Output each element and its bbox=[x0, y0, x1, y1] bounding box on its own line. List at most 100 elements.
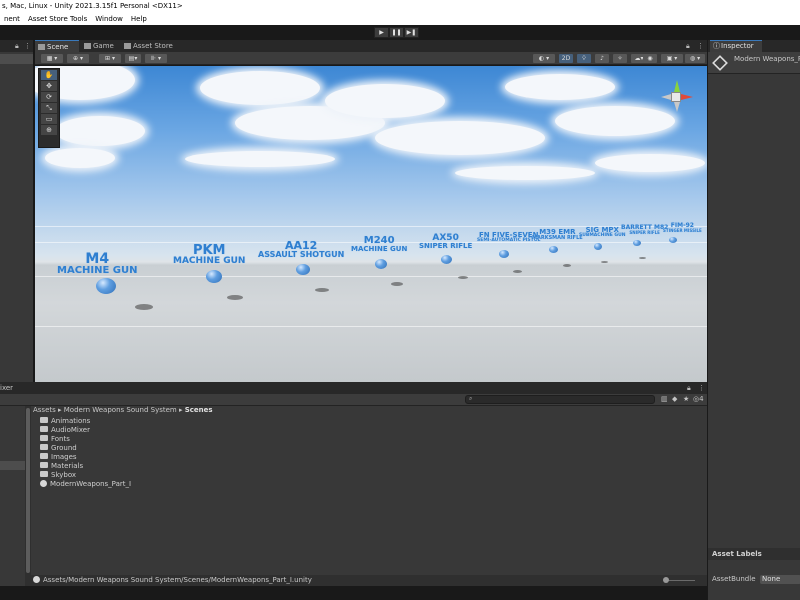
neg-y-axis-icon[interactable] bbox=[674, 102, 680, 112]
weapon-label: SIG MPX SUBMACHINE GUN bbox=[579, 226, 626, 238]
list-item[interactable]: ModernWeapons_Part_I bbox=[40, 479, 131, 489]
weapon-sphere[interactable] bbox=[499, 250, 509, 258]
project-search-input[interactable]: ⌕ bbox=[465, 395, 655, 404]
weapon-sphere[interactable] bbox=[206, 270, 222, 283]
list-item[interactable]: Ground bbox=[40, 444, 77, 453]
slider-knob[interactable] bbox=[663, 577, 669, 583]
tool-palette: ✋ ✥ ⟳ ⤡ ▭ ⊕ bbox=[38, 68, 60, 148]
more-options-icon[interactable]: ⋮ bbox=[697, 42, 704, 50]
weapon-sphere[interactable] bbox=[96, 278, 116, 294]
hierarchy-search-row[interactable] bbox=[0, 54, 33, 64]
menu-window[interactable]: Window bbox=[95, 13, 123, 25]
folder-icon bbox=[40, 435, 48, 441]
rotate-tool-icon[interactable]: ⟳ bbox=[41, 92, 57, 102]
selected-folder-row[interactable] bbox=[0, 461, 25, 470]
scrollbar-thumb[interactable] bbox=[26, 408, 30, 573]
tab-asset-store[interactable]: Asset Store bbox=[121, 40, 181, 52]
hand-tool-icon[interactable]: ✋ bbox=[41, 70, 57, 80]
weapon-sphere[interactable] bbox=[669, 237, 677, 243]
bottom-status-strip bbox=[0, 586, 707, 600]
project-asset-list: Assets ▸ Modern Weapons Sound System ▸ S… bbox=[25, 406, 707, 575]
orientation-gizmo[interactable] bbox=[659, 80, 693, 114]
global-dropdown[interactable]: ⊞ ▾ bbox=[99, 54, 121, 63]
fx-toggle[interactable]: ✧ bbox=[613, 54, 627, 63]
project-scrollbar[interactable] bbox=[25, 406, 31, 575]
list-item[interactable]: Images bbox=[40, 453, 77, 462]
asset-labels-header[interactable]: Asset Labels bbox=[708, 548, 800, 560]
hidden-packages-icon[interactable]: ◎4 bbox=[693, 395, 704, 403]
move-tool-icon[interactable]: ✥ bbox=[41, 81, 57, 91]
scene-viewport[interactable]: M4 MACHINE GUN PKM MACHINE GUN AA12 ASSAULT… bbox=[35, 66, 707, 382]
camera-dropdown[interactable]: ▣ ▾ bbox=[661, 54, 683, 63]
weapon-sphere[interactable] bbox=[375, 259, 387, 269]
inspector-panel: ⓘ Inspector Modern Weapons_P Asset Labels… bbox=[707, 40, 800, 600]
transform-tool-icon[interactable]: ⊕ bbox=[41, 125, 57, 135]
weapon-sphere[interactable] bbox=[549, 246, 558, 253]
draw-mode-dropdown[interactable]: ▦ ▾ bbox=[41, 54, 63, 63]
weapon-sphere[interactable] bbox=[441, 255, 452, 264]
tab-game[interactable]: Game bbox=[81, 40, 119, 52]
list-item[interactable]: Animations bbox=[40, 417, 90, 426]
lock-icon[interactable]: 🔒︎ bbox=[15, 42, 19, 51]
sphere-shadow bbox=[135, 304, 153, 310]
tab-audio-mixer[interactable]: ixer bbox=[0, 384, 13, 392]
favorite-icon[interactable]: ★ bbox=[683, 395, 689, 403]
visibility-toggle[interactable]: ◉ bbox=[643, 54, 657, 63]
scale-tool-icon[interactable]: ⤡ bbox=[41, 103, 57, 113]
weapon-sphere[interactable] bbox=[296, 264, 310, 275]
increment-snap-button[interactable]: ⊪ ▾ bbox=[145, 54, 167, 63]
breadcrumb-scenes[interactable]: Scenes bbox=[185, 406, 213, 414]
grid-snap-button[interactable]: ▤▾ bbox=[125, 54, 141, 63]
selected-asset-path: Assets/Modern Weapons Sound System/Scene… bbox=[43, 576, 312, 584]
x-axis-icon[interactable] bbox=[681, 94, 693, 100]
gizmo-cube-icon[interactable] bbox=[671, 92, 681, 102]
shading-mode-dropdown[interactable]: ◐ ▾ bbox=[533, 54, 555, 63]
pause-button[interactable]: ❚❚ bbox=[389, 27, 404, 38]
icon-size-slider[interactable] bbox=[663, 577, 695, 583]
list-item[interactable]: Skybox bbox=[40, 471, 76, 480]
assetbundle-label: AssetBundle bbox=[712, 575, 756, 583]
weapon-sphere[interactable] bbox=[633, 240, 641, 246]
pivot-dropdown[interactable]: ⊕ ▾ bbox=[67, 54, 89, 63]
y-axis-icon[interactable] bbox=[674, 80, 680, 92]
more-options-icon[interactable]: ⋮ bbox=[24, 42, 31, 50]
list-item[interactable]: AudioMixer bbox=[40, 426, 90, 435]
gizmos-dropdown[interactable]: ◍ ▾ bbox=[685, 54, 705, 63]
breadcrumb-modern-weapons[interactable]: Modern Weapons Sound System bbox=[64, 406, 177, 414]
list-item[interactable]: Fonts bbox=[40, 435, 70, 444]
folder-icon bbox=[40, 417, 48, 423]
menu-help[interactable]: Help bbox=[131, 13, 147, 25]
lighting-toggle[interactable]: 💡︎ bbox=[577, 54, 591, 63]
unity-scene-icon bbox=[40, 479, 47, 487]
grid-line bbox=[35, 326, 707, 327]
cloud bbox=[200, 71, 320, 105]
lock-icon[interactable]: 🔒︎ bbox=[686, 42, 690, 51]
weapon-sphere[interactable] bbox=[594, 243, 602, 250]
neg-x-axis-icon[interactable] bbox=[661, 94, 671, 100]
weapon-label: AX50 SNIPER RIFLE bbox=[419, 233, 473, 250]
filter-type-icon[interactable]: ▥ bbox=[661, 395, 668, 403]
folder-icon bbox=[40, 462, 48, 468]
menu-asset-store-tools[interactable]: Asset Store Tools bbox=[28, 13, 87, 25]
play-button[interactable]: ▶ bbox=[374, 27, 389, 38]
lock-icon[interactable]: 🔒︎ bbox=[687, 384, 691, 393]
tab-scene[interactable]: Scene bbox=[35, 40, 79, 52]
step-button[interactable]: ▶❚ bbox=[404, 27, 419, 38]
weapon-label: M39 EMR MARKSMAN RIFLE bbox=[532, 228, 583, 241]
cloud bbox=[455, 166, 595, 180]
rect-tool-icon[interactable]: ▭ bbox=[41, 114, 57, 124]
more-options-icon[interactable]: ⋮ bbox=[698, 384, 705, 392]
weapon-label: BARRETT M82 SNIPER RIFLE bbox=[621, 224, 669, 235]
breadcrumb: Assets ▸ Modern Weapons Sound System ▸ S… bbox=[33, 406, 213, 414]
assetbundle-row: AssetBundle None bbox=[708, 574, 800, 585]
list-item[interactable]: Materials bbox=[40, 462, 83, 471]
cloud bbox=[185, 151, 335, 167]
breadcrumb-assets[interactable]: Assets bbox=[33, 406, 56, 414]
2d-toggle[interactable]: 2D bbox=[559, 54, 573, 63]
menu-component[interactable]: nent bbox=[4, 13, 20, 25]
filter-label-icon[interactable]: ◆ bbox=[672, 395, 677, 403]
assetbundle-dropdown[interactable]: None bbox=[760, 575, 800, 584]
tab-inspector[interactable]: ⓘ Inspector bbox=[710, 40, 762, 52]
audio-toggle[interactable]: ♪ bbox=[595, 54, 609, 63]
sphere-shadow bbox=[227, 295, 243, 300]
